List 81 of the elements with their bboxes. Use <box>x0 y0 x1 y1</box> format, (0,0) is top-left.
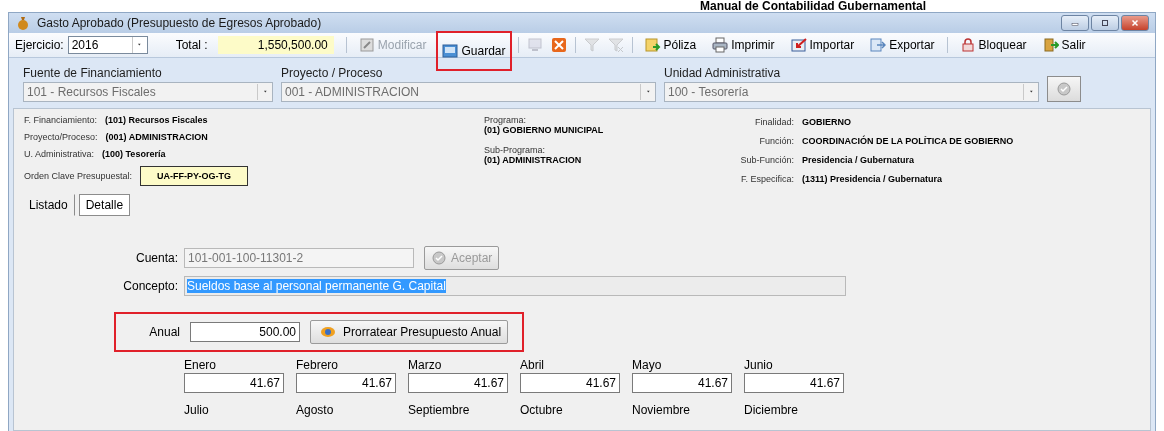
info-value: (100) Tesorería <box>102 149 166 159</box>
window-title: Gasto Aprobado (Presupuesto de Egresos Aprobado) <box>37 16 322 30</box>
field-label: Cuenta: <box>134 251 178 265</box>
info-label: Sub-Programa: <box>484 145 547 155</box>
month-label: Enero <box>184 358 218 372</box>
info-label: Orden Clave Presupuestal: <box>24 171 133 181</box>
toolbar-button[interactable]: Salir <box>1036 34 1092 56</box>
info-label: Proyecto/Proceso: <box>24 132 98 142</box>
tab[interactable]: Detalle <box>78 194 131 216</box>
month-label: Julio <box>184 403 210 417</box>
month-amount-field[interactable]: 41.67 <box>184 373 284 393</box>
money-bag-icon <box>15 15 31 31</box>
monitor-icon <box>526 37 543 53</box>
info-label: F. Especifica: <box>739 174 794 185</box>
month-amount-field[interactable]: 41.67 <box>296 373 396 393</box>
exit-door-icon <box>1042 37 1059 53</box>
month-label: Abril <box>520 358 545 372</box>
close-icon <box>550 37 567 53</box>
month-label: Noviembre <box>632 403 692 417</box>
budget-key-value: UA-FF-PY-OG-TG <box>140 166 249 186</box>
document-title: Manual de Contabilidad Gubernamental <box>699 0 928 12</box>
month-label: Junio <box>744 358 774 372</box>
toolbar-button[interactable]: Bloquear <box>953 34 1033 56</box>
field-label: Concepto: <box>122 279 178 293</box>
info-value: (01) GOBIERNO MUNICIPAL <box>484 125 605 135</box>
import-icon <box>790 37 807 53</box>
month-amount-field[interactable]: 41.67 <box>632 373 732 393</box>
restore-icon <box>1100 19 1110 27</box>
edit-icon <box>358 37 375 53</box>
year-dropdown[interactable]: 2016 <box>67 36 148 54</box>
month-label: Septiembre <box>408 403 471 417</box>
toolbar-button[interactable]: Imprimir <box>706 34 781 56</box>
month-label: Octubre <box>520 403 564 417</box>
info-label: Función: <box>758 135 794 146</box>
info-label: Finalidad: <box>753 116 794 127</box>
filter-clear-icon <box>607 37 624 53</box>
year-label: Ejercicio: <box>15 38 64 52</box>
total-label: Total : <box>175 38 208 52</box>
month-amount-field[interactable]: 41.67 <box>520 373 620 393</box>
month-amount-field[interactable]: 41.67 <box>408 373 508 393</box>
document-arrow-icon <box>644 37 661 53</box>
lock-icon <box>959 37 976 53</box>
toolbar-button[interactable]: Póliza <box>638 34 703 56</box>
info-label: Programa: <box>484 115 528 125</box>
toolbar-button[interactable]: Importar <box>784 34 861 56</box>
month-amount-field[interactable]: 41.67 <box>744 373 844 393</box>
toolbar-button[interactable]: Exportar <box>864 34 941 56</box>
month-label: Diciembre <box>744 403 799 417</box>
info-value: COORDINACIÓN DE LA POLÍTICA DE GOBIERNO <box>802 135 1015 146</box>
filter-icon <box>583 37 600 53</box>
month-label: Febrero <box>296 358 340 372</box>
month-label: Marzo <box>408 358 443 372</box>
field-label: Anual <box>148 325 180 339</box>
save-icon <box>442 43 459 59</box>
close-button[interactable] <box>1121 15 1149 31</box>
info-label: Sub-Función: <box>739 155 794 166</box>
check-circle-icon <box>1056 81 1072 97</box>
info-value: (101) Recursos Fiscales <box>105 115 208 125</box>
info-value: Presidencia / Gubernatura <box>802 155 916 166</box>
close-icon <box>1130 19 1140 27</box>
month-label: Agosto <box>296 403 335 417</box>
filter-label: Unidad Administrativa <box>664 66 782 80</box>
info-label: U. Administrativa: <box>24 149 95 159</box>
printer-icon <box>712 37 729 53</box>
month-label: Mayo <box>632 358 663 372</box>
toolbar-button[interactable]: Guardar <box>436 31 512 71</box>
export-icon <box>870 37 887 53</box>
annual-field[interactable]: 500.00 <box>190 322 300 342</box>
info-value: (1311) Presidencia / Gubernatura <box>802 174 944 185</box>
filter-label: Fuente de Financiamiento <box>23 66 163 80</box>
maximize-button[interactable] <box>1091 15 1119 31</box>
check-circle-icon <box>431 250 447 266</box>
confirm-button[interactable] <box>1047 76 1081 102</box>
info-label: F. Financiamiento: <box>24 115 98 125</box>
total-value: 1,550,500.00 <box>217 36 334 54</box>
prorate-button[interactable]: Prorratear Presupuesto Anual <box>310 320 509 344</box>
info-value: (001) ADMINISTRACION <box>105 132 208 142</box>
info-value: (01) ADMINISTRACION <box>484 155 583 165</box>
tab[interactable]: Listado <box>22 194 75 216</box>
info-value: GOBIERNO <box>802 116 852 127</box>
filter-label: Proyecto / Proceso <box>281 66 384 80</box>
